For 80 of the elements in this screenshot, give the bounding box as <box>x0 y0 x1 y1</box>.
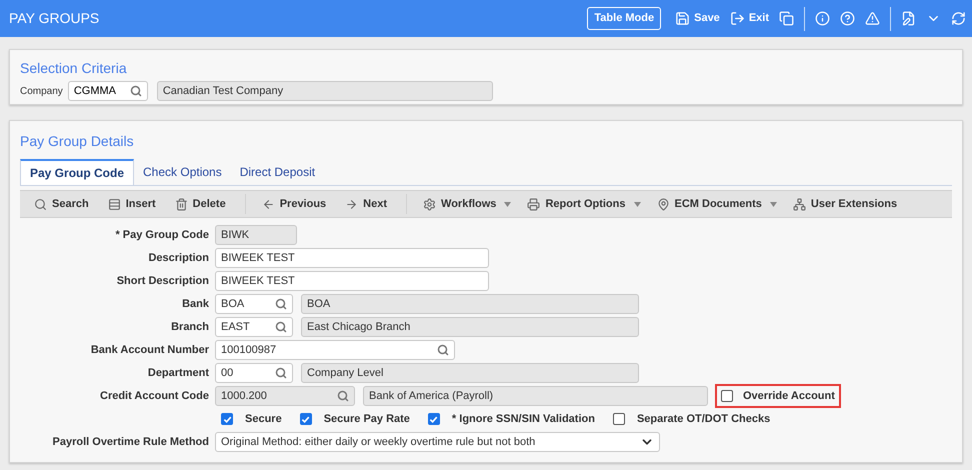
section-title: Selection Criteria <box>20 59 128 77</box>
tab[interactable]: Pay Group Code <box>20 159 134 185</box>
section-title: Pay Group Details <box>20 132 135 150</box>
tab[interactable]: Direct Deposit <box>230 159 324 185</box>
delete-icon <box>174 198 188 210</box>
field-label: Company <box>20 84 63 98</box>
save-icon <box>675 11 690 26</box>
search-icon <box>34 198 47 210</box>
field-label: Bank Account Number <box>90 342 210 358</box>
input-field[interactable]: 00 <box>215 363 293 383</box>
hierarchy-icon <box>792 198 806 210</box>
arrow-right-icon <box>345 198 358 210</box>
printer-icon <box>527 198 540 210</box>
description-field: Company Level <box>301 363 639 383</box>
warning-icon[interactable] <box>865 11 880 26</box>
arrow-left-icon <box>262 198 275 210</box>
checkbox[interactable] <box>428 413 440 425</box>
info-icon[interactable] <box>815 11 830 26</box>
field-label: Department <box>146 366 210 381</box>
checkbox-text: Separate OT/DOT Checks <box>636 412 770 427</box>
checkbox[interactable] <box>221 413 233 425</box>
field-label: Description <box>147 250 210 266</box>
dropdown-arrow-icon <box>634 202 640 206</box>
field-label: Short Description <box>116 274 210 289</box>
field-label: * Pay Group Code <box>114 228 210 243</box>
field-label: Payroll Overtime Rule Method <box>52 434 210 450</box>
input-field[interactable]: 1000.200 <box>215 386 355 406</box>
report-button[interactable]: Report Options <box>527 196 640 212</box>
checkbox[interactable] <box>721 390 733 402</box>
checkbox[interactable] <box>300 413 312 425</box>
delete-button[interactable]: Delete <box>174 196 229 212</box>
search-icon[interactable] <box>437 344 449 356</box>
tab[interactable]: Check Options <box>134 159 231 185</box>
field-label: Credit Account Code <box>99 388 210 404</box>
table-mode-button[interactable]: Table Mode <box>587 7 662 30</box>
previous-button[interactable]: Previous <box>262 196 330 212</box>
checkbox[interactable] <box>612 413 625 425</box>
field-label: Bank <box>181 296 210 312</box>
extensions-button[interactable]: User Extensions <box>792 196 900 212</box>
pin-icon <box>656 198 670 210</box>
gear-icon <box>423 198 436 210</box>
input-field[interactable]: BOA <box>215 294 293 314</box>
select-field[interactable]: Original Method: either daily or weekly overtime rule but not both <box>215 432 660 452</box>
dropdown-arrow-icon <box>770 202 777 206</box>
page-title: PAY GROUPS <box>9 9 100 28</box>
description-field: Bank of America (Payroll) <box>363 386 708 406</box>
description-field: BOA <box>301 294 639 314</box>
checkbox-text: * Ignore SSN/SIN Validation <box>452 412 595 427</box>
input-field[interactable]: EAST <box>215 317 293 337</box>
input-field[interactable]: 100100987 <box>215 340 455 360</box>
search-icon[interactable] <box>337 390 349 402</box>
search-icon[interactable] <box>275 298 287 310</box>
save-button[interactable]: Save <box>675 10 720 27</box>
exit-icon <box>730 11 745 26</box>
company-field[interactable]: CGMMA <box>68 81 148 101</box>
company-name-field: Canadian Test Company <box>156 81 493 101</box>
copy-icon[interactable] <box>779 11 794 26</box>
search-icon[interactable] <box>130 85 142 97</box>
search-icon[interactable] <box>275 367 287 379</box>
insert-icon <box>108 198 121 210</box>
checkbox-text: Secure <box>245 412 282 427</box>
exit-button[interactable]: Exit <box>730 10 769 27</box>
insert-button[interactable]: Insert <box>108 196 159 212</box>
workflows-button[interactable]: Workflows <box>423 196 512 212</box>
checkbox-text: Override Account <box>743 388 835 404</box>
input-field[interactable]: BIWK <box>215 225 297 245</box>
refresh-icon[interactable] <box>951 11 966 26</box>
input-field[interactable]: BIWEEK TEST <box>215 271 489 291</box>
help-icon[interactable] <box>840 11 855 26</box>
checkbox-text: Secure Pay Rate <box>324 412 410 427</box>
edit-icon[interactable] <box>901 11 916 26</box>
dropdown-arrow-icon <box>504 202 512 206</box>
input-field[interactable]: BIWEEK TEST <box>215 248 489 268</box>
description-field: East Chicago Branch <box>301 317 639 337</box>
field-label: Branch <box>170 320 210 335</box>
checkbox-label[interactable]: Override Account <box>715 384 841 408</box>
next-button[interactable]: Next <box>345 196 390 212</box>
search-icon[interactable] <box>275 321 287 333</box>
ecm-button[interactable]: ECM Documents <box>656 196 777 212</box>
search-button[interactable]: Search <box>34 196 92 212</box>
